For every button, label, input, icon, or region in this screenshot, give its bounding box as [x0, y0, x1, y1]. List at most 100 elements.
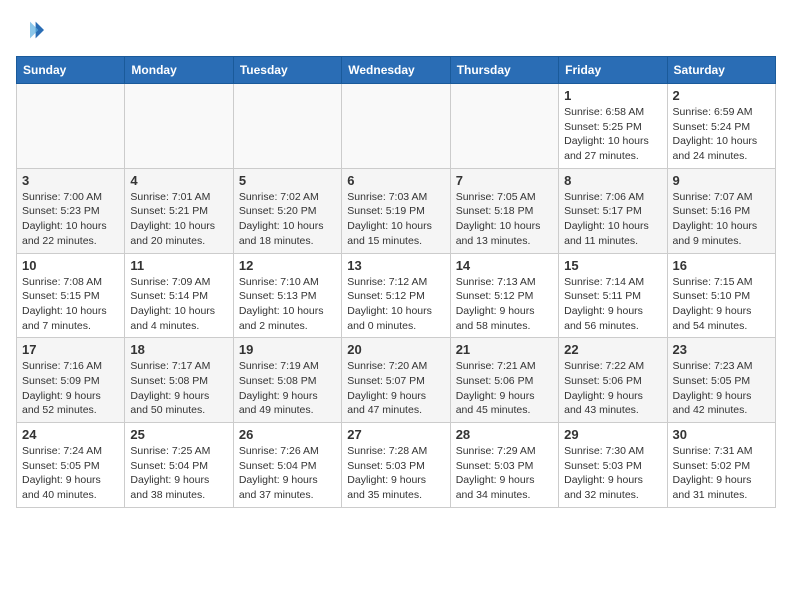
calendar-header-row: SundayMondayTuesdayWednesdayThursdayFrid…: [17, 57, 776, 84]
day-number: 12: [239, 258, 336, 273]
day-number: 27: [347, 427, 444, 442]
calendar-cell: 2 Sunrise: 6:59 AMSunset: 5:24 PMDaylight…: [667, 84, 775, 169]
day-info: Sunrise: 7:25 AMSunset: 5:04 PMDaylight:…: [130, 444, 227, 503]
day-number: 16: [673, 258, 770, 273]
day-number: 19: [239, 342, 336, 357]
calendar-cell: [450, 84, 558, 169]
day-info: Sunrise: 7:03 AMSunset: 5:19 PMDaylight:…: [347, 190, 444, 249]
calendar-cell: 28 Sunrise: 7:29 AMSunset: 5:03 PMDayligh…: [450, 423, 558, 508]
day-header-friday: Friday: [559, 57, 667, 84]
day-header-saturday: Saturday: [667, 57, 775, 84]
day-header-monday: Monday: [125, 57, 233, 84]
day-info: Sunrise: 7:28 AMSunset: 5:03 PMDaylight:…: [347, 444, 444, 503]
day-number: 30: [673, 427, 770, 442]
page-header: [16, 16, 776, 44]
calendar-week-row: 24 Sunrise: 7:24 AMSunset: 5:05 PMDayligh…: [17, 423, 776, 508]
calendar-week-row: 3 Sunrise: 7:00 AMSunset: 5:23 PMDaylight…: [17, 168, 776, 253]
day-header-tuesday: Tuesday: [233, 57, 341, 84]
day-header-thursday: Thursday: [450, 57, 558, 84]
logo: [16, 16, 48, 44]
day-info: Sunrise: 6:59 AMSunset: 5:24 PMDaylight:…: [673, 105, 770, 164]
day-info: Sunrise: 7:05 AMSunset: 5:18 PMDaylight:…: [456, 190, 553, 249]
logo-icon: [16, 16, 44, 44]
day-info: Sunrise: 7:06 AMSunset: 5:17 PMDaylight:…: [564, 190, 661, 249]
calendar-cell: 18 Sunrise: 7:17 AMSunset: 5:08 PMDayligh…: [125, 338, 233, 423]
day-number: 21: [456, 342, 553, 357]
day-info: Sunrise: 7:13 AMSunset: 5:12 PMDaylight:…: [456, 275, 553, 334]
day-number: 24: [22, 427, 119, 442]
calendar-cell: 3 Sunrise: 7:00 AMSunset: 5:23 PMDaylight…: [17, 168, 125, 253]
calendar-cell: [125, 84, 233, 169]
calendar-cell: [342, 84, 450, 169]
day-info: Sunrise: 7:20 AMSunset: 5:07 PMDaylight:…: [347, 359, 444, 418]
day-info: Sunrise: 7:01 AMSunset: 5:21 PMDaylight:…: [130, 190, 227, 249]
day-number: 10: [22, 258, 119, 273]
calendar-cell: 13 Sunrise: 7:12 AMSunset: 5:12 PMDayligh…: [342, 253, 450, 338]
day-info: Sunrise: 7:07 AMSunset: 5:16 PMDaylight:…: [673, 190, 770, 249]
day-info: Sunrise: 7:14 AMSunset: 5:11 PMDaylight:…: [564, 275, 661, 334]
calendar-cell: [233, 84, 341, 169]
calendar-cell: 11Sunrise: 7:09 AMSunset: 5:14 PMDayligh…: [125, 253, 233, 338]
calendar-cell: 29 Sunrise: 7:30 AMSunset: 5:03 PMDayligh…: [559, 423, 667, 508]
day-number: 3: [22, 173, 119, 188]
calendar-cell: 22 Sunrise: 7:22 AMSunset: 5:06 PMDayligh…: [559, 338, 667, 423]
calendar-cell: 17 Sunrise: 7:16 AMSunset: 5:09 PMDayligh…: [17, 338, 125, 423]
day-info: Sunrise: 7:21 AMSunset: 5:06 PMDaylight:…: [456, 359, 553, 418]
day-info: Sunrise: 7:26 AMSunset: 5:04 PMDaylight:…: [239, 444, 336, 503]
calendar-cell: 12 Sunrise: 7:10 AMSunset: 5:13 PMDayligh…: [233, 253, 341, 338]
calendar-week-row: 10 Sunrise: 7:08 AMSunset: 5:15 PMDayligh…: [17, 253, 776, 338]
calendar-cell: 21 Sunrise: 7:21 AMSunset: 5:06 PMDayligh…: [450, 338, 558, 423]
day-number: 4: [130, 173, 227, 188]
day-info: Sunrise: 7:29 AMSunset: 5:03 PMDaylight:…: [456, 444, 553, 503]
day-info: Sunrise: 7:10 AMSunset: 5:13 PMDaylight:…: [239, 275, 336, 334]
calendar-cell: [17, 84, 125, 169]
day-info: Sunrise: 7:22 AMSunset: 5:06 PMDaylight:…: [564, 359, 661, 418]
day-number: 23: [673, 342, 770, 357]
day-number: 1: [564, 88, 661, 103]
day-number: 14: [456, 258, 553, 273]
calendar-cell: 8 Sunrise: 7:06 AMSunset: 5:17 PMDaylight…: [559, 168, 667, 253]
calendar-week-row: 17 Sunrise: 7:16 AMSunset: 5:09 PMDayligh…: [17, 338, 776, 423]
day-info: Sunrise: 7:23 AMSunset: 5:05 PMDaylight:…: [673, 359, 770, 418]
day-header-sunday: Sunday: [17, 57, 125, 84]
day-info: Sunrise: 7:31 AMSunset: 5:02 PMDaylight:…: [673, 444, 770, 503]
calendar-cell: 20 Sunrise: 7:20 AMSunset: 5:07 PMDayligh…: [342, 338, 450, 423]
day-number: 13: [347, 258, 444, 273]
day-number: 6: [347, 173, 444, 188]
day-info: Sunrise: 7:16 AMSunset: 5:09 PMDaylight:…: [22, 359, 119, 418]
day-number: 17: [22, 342, 119, 357]
day-info: Sunrise: 7:30 AMSunset: 5:03 PMDaylight:…: [564, 444, 661, 503]
day-info: Sunrise: 7:19 AMSunset: 5:08 PMDaylight:…: [239, 359, 336, 418]
day-number: 25: [130, 427, 227, 442]
day-number: 5: [239, 173, 336, 188]
calendar-cell: 16 Sunrise: 7:15 AMSunset: 5:10 PMDayligh…: [667, 253, 775, 338]
day-number: 2: [673, 88, 770, 103]
day-info: Sunrise: 7:24 AMSunset: 5:05 PMDaylight:…: [22, 444, 119, 503]
calendar-cell: 10 Sunrise: 7:08 AMSunset: 5:15 PMDayligh…: [17, 253, 125, 338]
day-number: 22: [564, 342, 661, 357]
day-info: Sunrise: 7:00 AMSunset: 5:23 PMDaylight:…: [22, 190, 119, 249]
day-number: 26: [239, 427, 336, 442]
day-info: Sunrise: 7:12 AMSunset: 5:12 PMDaylight:…: [347, 275, 444, 334]
day-info: Sunrise: 7:17 AMSunset: 5:08 PMDaylight:…: [130, 359, 227, 418]
calendar-cell: 14 Sunrise: 7:13 AMSunset: 5:12 PMDayligh…: [450, 253, 558, 338]
day-number: 28: [456, 427, 553, 442]
calendar-cell: 4 Sunrise: 7:01 AMSunset: 5:21 PMDaylight…: [125, 168, 233, 253]
day-info: Sunrise: 7:15 AMSunset: 5:10 PMDaylight:…: [673, 275, 770, 334]
calendar-cell: 26 Sunrise: 7:26 AMSunset: 5:04 PMDayligh…: [233, 423, 341, 508]
day-info: Sunrise: 7:08 AMSunset: 5:15 PMDaylight:…: [22, 275, 119, 334]
calendar-cell: 5 Sunrise: 7:02 AMSunset: 5:20 PMDaylight…: [233, 168, 341, 253]
day-number: 8: [564, 173, 661, 188]
day-info: Sunrise: 6:58 AMSunset: 5:25 PMDaylight:…: [564, 105, 661, 164]
day-number: 29: [564, 427, 661, 442]
day-number: 9: [673, 173, 770, 188]
calendar-cell: 23 Sunrise: 7:23 AMSunset: 5:05 PMDayligh…: [667, 338, 775, 423]
calendar-cell: 6 Sunrise: 7:03 AMSunset: 5:19 PMDaylight…: [342, 168, 450, 253]
calendar-cell: 30 Sunrise: 7:31 AMSunset: 5:02 PMDayligh…: [667, 423, 775, 508]
day-header-wednesday: Wednesday: [342, 57, 450, 84]
day-info: Sunrise: 7:02 AMSunset: 5:20 PMDaylight:…: [239, 190, 336, 249]
day-number: 20: [347, 342, 444, 357]
day-info: Sunrise: 7:09 AMSunset: 5:14 PMDaylight:…: [130, 275, 227, 334]
day-number: 18: [130, 342, 227, 357]
calendar-cell: 9 Sunrise: 7:07 AMSunset: 5:16 PMDaylight…: [667, 168, 775, 253]
